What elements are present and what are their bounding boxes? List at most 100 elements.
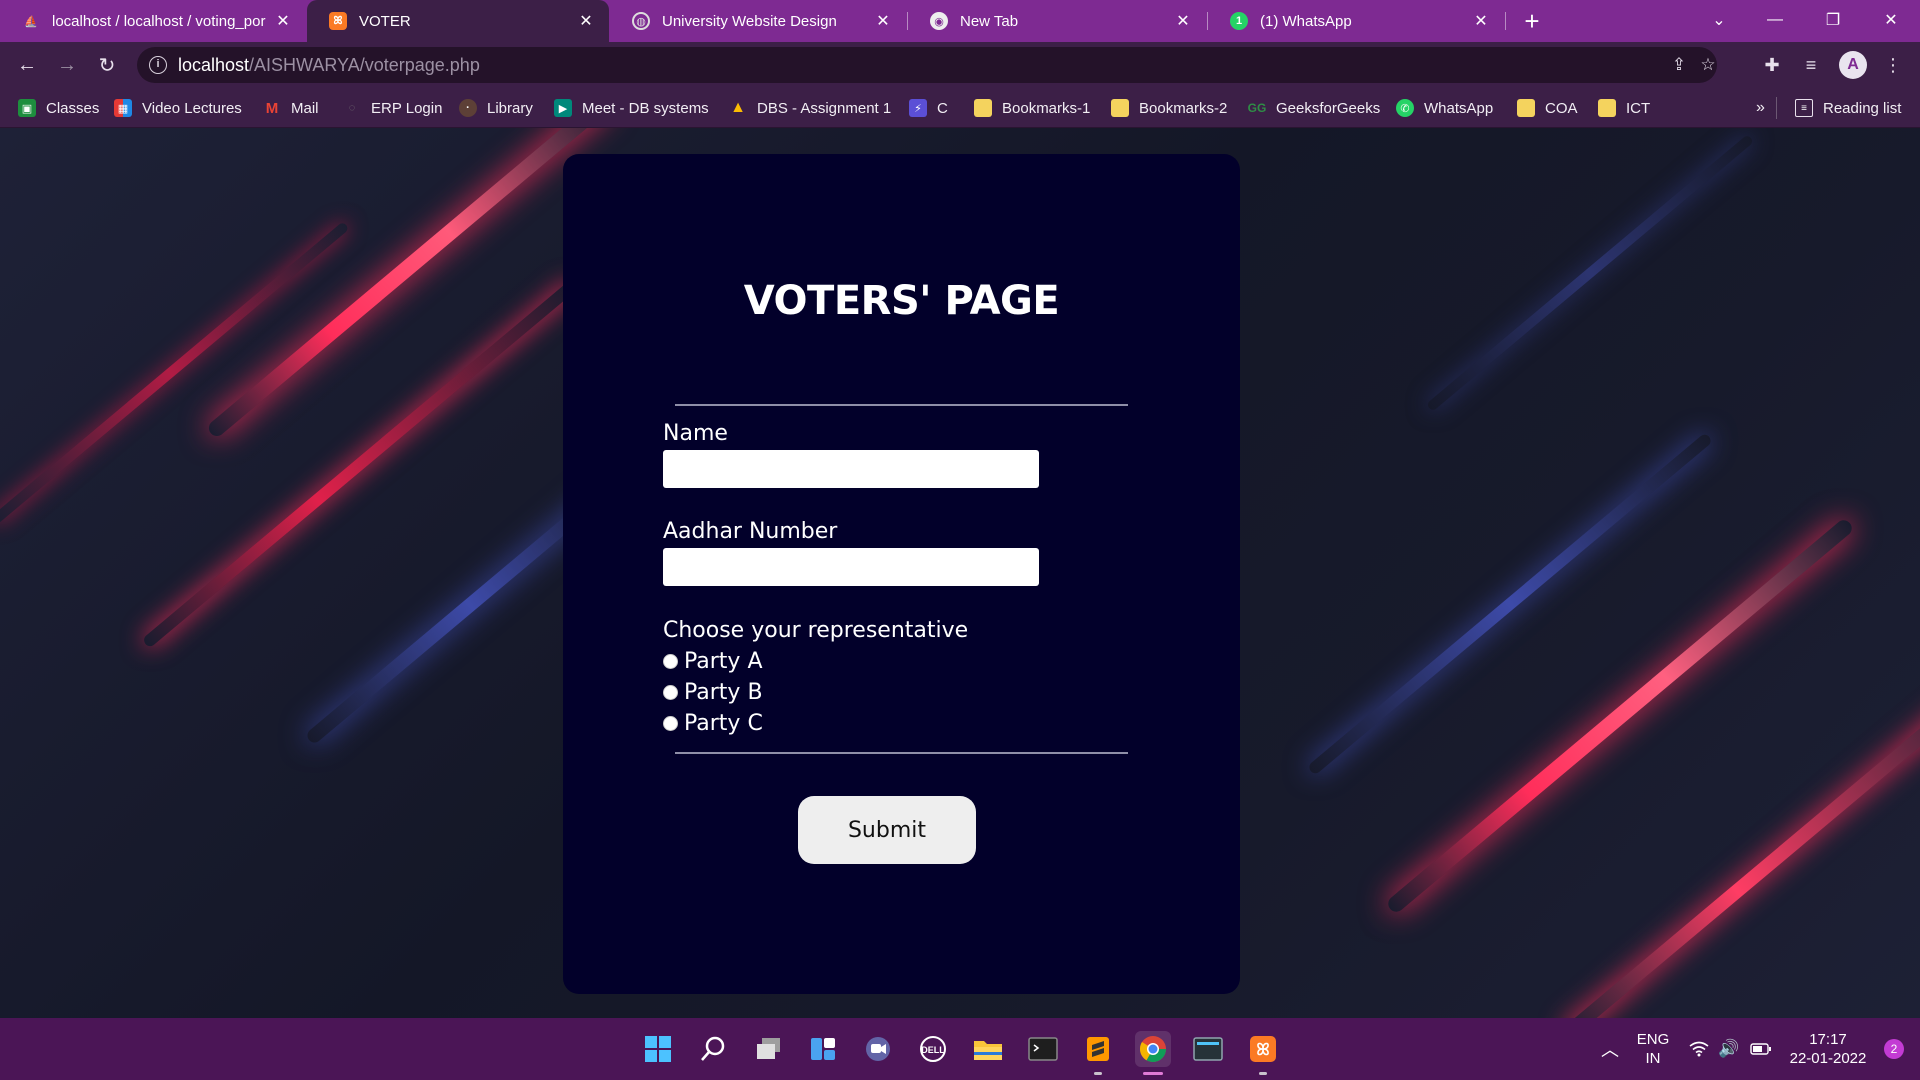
library-icon: ·: [459, 99, 477, 117]
dell-icon[interactable]: DELL: [915, 1031, 951, 1067]
bookmark-folder-ict[interactable]: ICT: [1598, 97, 1650, 119]
language-indicator[interactable]: ENG IN: [1628, 1018, 1678, 1080]
bookmark-whatsapp[interactable]: ✆ WhatsApp: [1396, 97, 1493, 119]
media-control-icon[interactable]: ≡: [1797, 51, 1825, 79]
name-field[interactable]: [663, 450, 1039, 488]
more-bookmarks-button[interactable]: »: [1756, 97, 1765, 119]
extensions-icon[interactable]: ✚: [1758, 51, 1786, 79]
tab-search-icon[interactable]: ⌄: [1694, 0, 1744, 40]
bookmark-label: Meet - DB systems: [582, 99, 709, 117]
teams-chat-icon[interactable]: [860, 1031, 896, 1067]
back-icon[interactable]: ←: [11, 49, 43, 81]
background-streak: [0, 221, 350, 525]
meet-icon: ▶: [554, 99, 572, 117]
mysql-workbench-icon[interactable]: [1190, 1031, 1226, 1067]
bookmark-label: WhatsApp: [1424, 99, 1494, 117]
tab-university[interactable]: ◍ University Website Design ✕: [610, 0, 906, 42]
tab-strip: ⛵ localhost / localhost / voting_por ✕ ꕤ…: [0, 0, 1920, 42]
page-viewport: VOTERS' PAGE Name Aadhar Number Choose y…: [0, 128, 1920, 1018]
date-text: 22-01-2022: [1789, 1050, 1867, 1067]
bookmark-label: ICT: [1626, 99, 1651, 117]
bookmark-label: DBS - Assignment 1: [757, 99, 892, 117]
bookmark-star-icon[interactable]: ☆: [1696, 53, 1720, 77]
bookmark-classes[interactable]: ▣ Classes: [18, 97, 99, 119]
tab-new-tab[interactable]: ◉ New Tab ✕: [908, 0, 1206, 42]
task-view-icon[interactable]: [751, 1031, 787, 1067]
replit-icon: ⚡: [909, 99, 927, 117]
wifi-icon[interactable]: [1686, 1018, 1712, 1080]
address-bar[interactable]: i localhost/AISHWARYA/voterpage.php ⇪ ☆: [137, 47, 1717, 83]
widgets-icon[interactable]: [805, 1031, 841, 1067]
drive-icon: ▲: [730, 99, 746, 116]
notification-badge: 2: [1884, 1039, 1904, 1059]
browser-toolbar: ← → ↻ i localhost/AISHWARYA/voterpage.ph…: [0, 42, 1920, 88]
bookmark-erp-login[interactable]: ◌ ERP Login: [343, 97, 443, 119]
close-icon[interactable]: ✕: [577, 11, 595, 31]
terminal-icon[interactable]: [1025, 1031, 1061, 1067]
bookmark-meet[interactable]: ▶ Meet - DB systems: [554, 97, 709, 119]
avatar[interactable]: A: [1839, 51, 1867, 79]
tab-voter[interactable]: ꕤ VOTER ✕: [307, 0, 609, 42]
site-info-icon[interactable]: i: [149, 56, 167, 74]
volume-icon[interactable]: 🔊: [1716, 1018, 1742, 1080]
folder-icon: [1517, 99, 1535, 117]
bookmark-folder-coa[interactable]: COA: [1517, 97, 1578, 119]
tab-whatsapp[interactable]: 1 (1) WhatsApp ✕: [1208, 0, 1504, 42]
window-close-icon[interactable]: ✕: [1866, 0, 1916, 40]
reload-icon[interactable]: ↻: [91, 49, 123, 81]
bookmark-folder-2[interactable]: Bookmarks-2: [1111, 97, 1227, 119]
clock[interactable]: 17:17 22-01-2022: [1781, 1018, 1875, 1080]
menu-icon[interactable]: ⋮: [1879, 51, 1907, 79]
close-icon[interactable]: ✕: [274, 11, 292, 31]
file-explorer-icon[interactable]: [970, 1031, 1006, 1067]
submit-button[interactable]: Submit: [798, 796, 976, 864]
battery-icon[interactable]: [1747, 1018, 1775, 1080]
running-indicator: [1094, 1072, 1102, 1075]
party-label: Party B: [684, 680, 763, 705]
close-icon[interactable]: ✕: [874, 11, 892, 31]
bookmark-geeksforgeeks[interactable]: GG GeeksforGeeks: [1247, 97, 1381, 119]
gmail-icon: M: [265, 99, 279, 117]
sublime-text-icon[interactable]: [1080, 1031, 1116, 1075]
bookmark-library[interactable]: · Library: [459, 97, 533, 119]
google-classroom-icon: ▣: [18, 99, 36, 117]
geeksforgeeks-icon: GG: [1247, 101, 1267, 115]
tab-title: New Tab: [960, 12, 1019, 30]
reading-list-button[interactable]: ≡ Reading list: [1795, 97, 1901, 119]
phpmyadmin-icon: ⛵: [24, 15, 38, 28]
party-option-b[interactable]: Party B: [663, 680, 763, 705]
share-icon[interactable]: ⇪: [1667, 53, 1691, 77]
tab-phpmyadmin[interactable]: ⛵ localhost / localhost / voting_por ✕: [0, 0, 306, 42]
aadhar-field[interactable]: [663, 548, 1039, 586]
restore-icon[interactable]: ❐: [1808, 0, 1858, 40]
bookmark-folder-1[interactable]: Bookmarks-1: [974, 97, 1090, 119]
close-icon[interactable]: ✕: [1174, 11, 1192, 31]
bookmark-mail[interactable]: M Mail: [263, 97, 319, 119]
folder-icon: [1111, 99, 1129, 117]
bookmark-dbs-assignment[interactable]: ▲ DBS - Assignment 1: [729, 97, 891, 119]
folder-icon: [974, 99, 992, 117]
bookmark-c[interactable]: ⚡ C: [909, 97, 948, 119]
close-icon[interactable]: ✕: [1472, 11, 1490, 31]
minimize-icon[interactable]: —: [1750, 0, 1800, 40]
search-icon[interactable]: [695, 1031, 731, 1067]
radio-button[interactable]: [663, 716, 678, 731]
tab-title: localhost / localhost / voting_por: [52, 12, 266, 30]
party-option-c[interactable]: Party C: [663, 711, 763, 736]
running-indicator: [1259, 1072, 1267, 1075]
radio-button[interactable]: [663, 685, 678, 700]
page-title: VOTERS' PAGE: [743, 278, 1060, 324]
background-streak: [1306, 432, 1714, 776]
bookmark-video-lectures[interactable]: ▦ Video Lectures: [114, 97, 242, 119]
region-code: IN: [1645, 1050, 1661, 1067]
url-text[interactable]: localhost/AISHWARYA/voterpage.php: [178, 55, 480, 76]
chevron-up-icon[interactable]: ︿: [1598, 1018, 1622, 1080]
party-option-a[interactable]: Party A: [663, 649, 763, 674]
radio-button[interactable]: [663, 654, 678, 669]
forward-icon[interactable]: →: [51, 49, 83, 81]
notification-center[interactable]: 2: [1876, 1018, 1912, 1080]
new-tab-button[interactable]: +: [1516, 5, 1548, 37]
windows-start-icon[interactable]: [640, 1031, 676, 1067]
chrome-icon[interactable]: [1135, 1031, 1171, 1075]
xampp-icon[interactable]: ꕤ: [1245, 1031, 1281, 1075]
